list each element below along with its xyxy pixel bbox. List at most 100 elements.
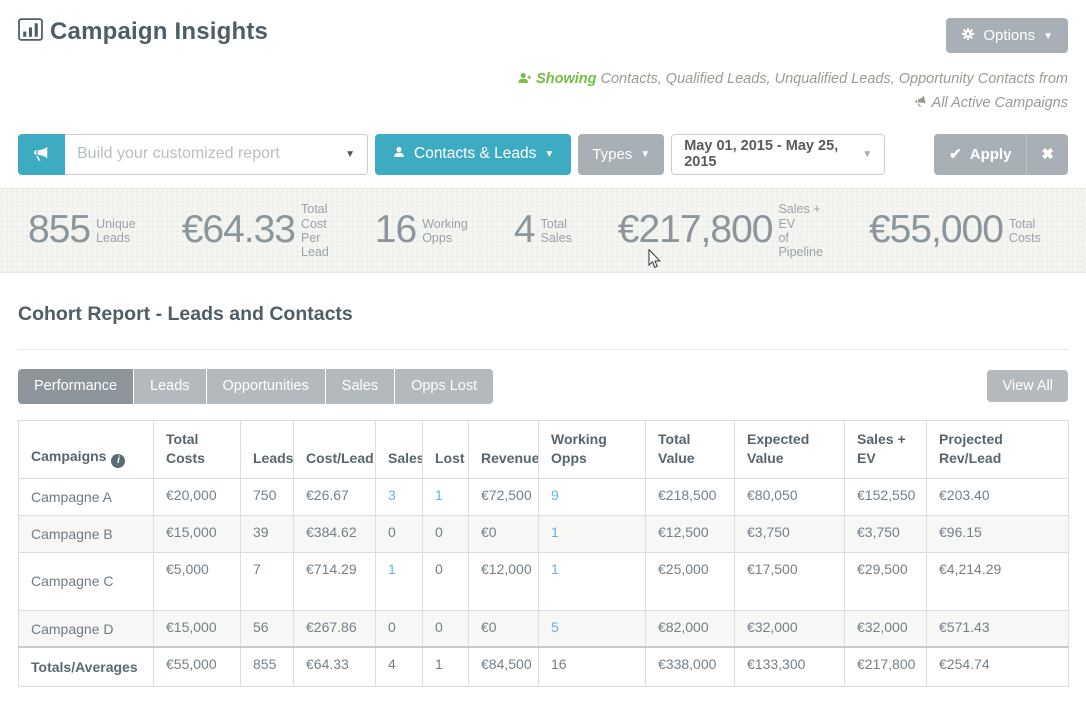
tab-performance[interactable]: Performance xyxy=(18,369,133,404)
stat-label: Total CostPer Lead xyxy=(301,200,329,260)
caret-down-icon: ▼ xyxy=(862,150,872,160)
cell-link[interactable]: 1 xyxy=(435,487,443,503)
table-cell: €96.15 xyxy=(927,515,1069,552)
column-header: Total Value xyxy=(646,420,735,478)
report-select-placeholder: Build your customized report xyxy=(77,145,345,163)
campaign-name-cell: Campagne B xyxy=(19,515,154,552)
column-header: Working Opps xyxy=(539,420,646,478)
stat-value: €64.33 xyxy=(182,208,295,252)
view-all-button[interactable]: View All xyxy=(987,370,1068,403)
filter-summary-line2: All Active Campaigns xyxy=(18,93,1068,117)
divider xyxy=(18,349,1068,350)
column-header: Revenue xyxy=(469,420,539,478)
title-wrap: Campaign Insights xyxy=(18,18,268,46)
megaphone-icon xyxy=(914,95,928,117)
table-cell: €15,000 xyxy=(154,610,241,647)
cell-link[interactable]: 1 xyxy=(551,524,559,540)
cell-link[interactable]: 9 xyxy=(551,487,559,503)
column-header: Projected Rev/Lead xyxy=(927,420,1069,478)
table-cell: 855 xyxy=(241,647,294,686)
campaign-insights-page: Campaign Insights Options ▼ xyxy=(0,0,1086,708)
options-label: Options xyxy=(983,28,1035,43)
column-header: Leads xyxy=(241,420,294,478)
table-cell: €267.86 xyxy=(294,610,376,647)
table-cell: 1 xyxy=(539,552,646,610)
table-cell: €338,000 xyxy=(646,647,735,686)
table-cell: €84,500 xyxy=(469,647,539,686)
table-row: Campagne B€15,00039€384.6200€01€12,500€3… xyxy=(19,515,1069,552)
user-icon xyxy=(392,145,406,163)
report-tabs: PerformanceLeadsOpportunitiesSalesOpps L… xyxy=(18,369,493,404)
caret-down-icon: ▼ xyxy=(345,150,355,160)
column-header: Lost xyxy=(423,420,469,478)
stat-value: €217,800 xyxy=(618,208,773,252)
stat-item: €55,000TotalCosts xyxy=(869,208,1041,252)
types-button[interactable]: Types ▼ xyxy=(578,134,664,175)
table-row: Campagne D€15,00056€267.8600€05€82,000€3… xyxy=(19,610,1069,647)
filter-summary: Showing Contacts, Qualified Leads, Unqual… xyxy=(0,69,1086,117)
tabs-row: PerformanceLeadsOpportunitiesSalesOpps L… xyxy=(18,369,1068,404)
column-header: Expected Value xyxy=(735,420,845,478)
stats-list: 855UniqueLeads€64.33Total CostPer Lead16… xyxy=(28,200,1086,260)
report-toolbar: Build your customized report ▼ Contacts … xyxy=(0,134,1086,175)
tab-opps-lost[interactable]: Opps Lost xyxy=(395,369,493,404)
date-range-value: May 01, 2015 - May 25, 2015 xyxy=(684,138,862,170)
clear-button[interactable]: ✖ xyxy=(1027,134,1068,175)
table-cell: €714.29 xyxy=(294,552,376,610)
stat-value: 855 xyxy=(28,208,90,252)
page-header: Campaign Insights Options ▼ xyxy=(0,0,1086,53)
cell-link[interactable]: 1 xyxy=(388,561,396,577)
cell-link[interactable]: 3 xyxy=(388,487,396,503)
table-cell: 750 xyxy=(241,478,294,515)
table-cell: €32,000 xyxy=(845,610,927,647)
stat-value: €55,000 xyxy=(869,208,1003,252)
options-button[interactable]: Options ▼ xyxy=(946,18,1068,53)
table-cell: 0 xyxy=(423,515,469,552)
tab-opportunities[interactable]: Opportunities xyxy=(207,369,325,404)
table-cell: 1 xyxy=(423,478,469,515)
table-cell: €203.40 xyxy=(927,478,1069,515)
table-cell: €25,000 xyxy=(646,552,735,610)
table-cell: 56 xyxy=(241,610,294,647)
filter-criteria: Contacts, Qualified Leads, Unqualified L… xyxy=(601,71,1068,87)
table-cell: €4,214.29 xyxy=(927,552,1069,610)
campaign-name-cell: Campagne D xyxy=(19,610,154,647)
table-cell: €5,000 xyxy=(154,552,241,610)
apply-button[interactable]: ✔ Apply xyxy=(934,134,1027,175)
stat-item: 16WorkingOpps xyxy=(375,208,468,252)
table-cell: 7 xyxy=(241,552,294,610)
tab-leads[interactable]: Leads xyxy=(134,369,206,404)
section-title: Cohort Report - Leads and Contacts xyxy=(18,303,1068,326)
check-icon: ✔ xyxy=(949,147,962,162)
megaphone-icon xyxy=(18,134,65,175)
table-cell: €0 xyxy=(469,610,539,647)
table-cell: 1 xyxy=(539,515,646,552)
cell-link[interactable]: 1 xyxy=(551,561,559,577)
table-cell: €12,000 xyxy=(469,552,539,610)
table-cell: €571.43 xyxy=(927,610,1069,647)
apply-button-group: ✔ Apply ✖ xyxy=(934,134,1068,175)
contacts-leads-button[interactable]: Contacts & Leads ▼ xyxy=(375,134,571,175)
table-cell: 1 xyxy=(423,647,469,686)
date-range-input[interactable]: May 01, 2015 - May 25, 2015 ▼ xyxy=(671,134,885,175)
apply-label: Apply xyxy=(970,147,1012,162)
filter-summary-line1: Showing Contacts, Qualified Leads, Unqual… xyxy=(18,69,1068,93)
table-cell: €26.67 xyxy=(294,478,376,515)
tab-sales[interactable]: Sales xyxy=(326,369,394,404)
info-icon[interactable]: i xyxy=(111,454,125,468)
table-cell: €152,550 xyxy=(845,478,927,515)
cell-link[interactable]: 5 xyxy=(551,619,559,635)
column-header: Total Costs xyxy=(154,420,241,478)
table-header-row: CampaignsiTotal CostsLeadsCost/LeadSales… xyxy=(19,420,1069,478)
column-header: Cost/Lead xyxy=(294,420,376,478)
table-cell: 4 xyxy=(376,647,423,686)
caret-down-icon: ▼ xyxy=(544,150,554,160)
table-cell: €0 xyxy=(469,515,539,552)
table-cell: 0 xyxy=(423,552,469,610)
stat-label: Sales + EVof Pipeline xyxy=(778,200,822,260)
column-header: Sales xyxy=(376,420,423,478)
page-title: Campaign Insights xyxy=(50,18,268,46)
showing-label: Showing xyxy=(536,71,596,87)
report-select[interactable]: Build your customized report ▼ xyxy=(65,134,368,175)
contacts-leads-label: Contacts & Leads xyxy=(414,146,536,162)
